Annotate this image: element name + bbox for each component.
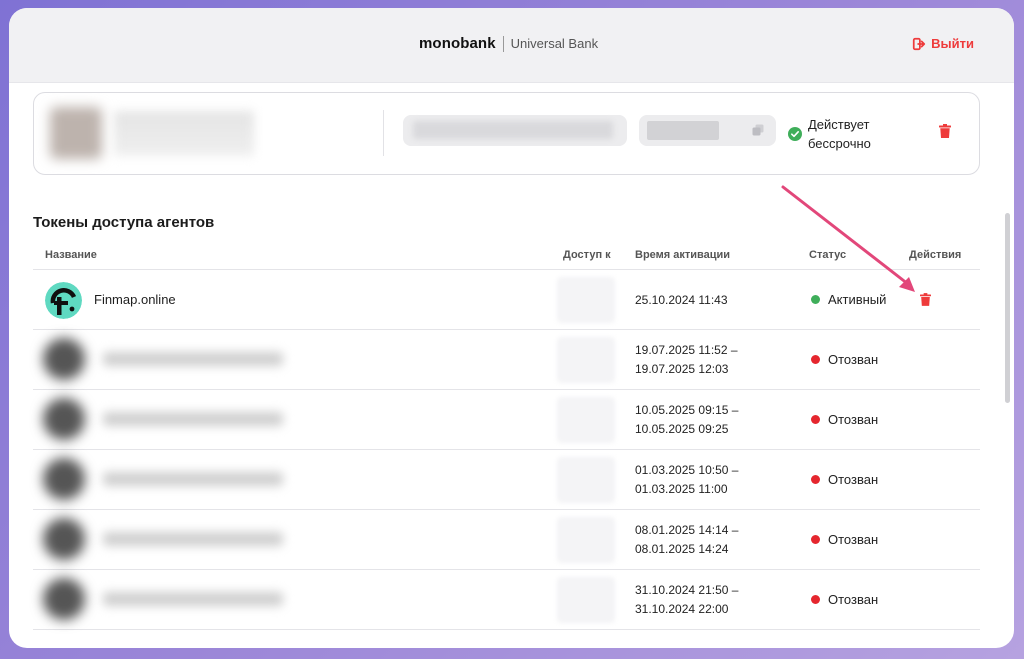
status-dot (811, 355, 820, 364)
trash-icon[interactable] (920, 293, 931, 306)
col-time: Время активации (635, 249, 731, 261)
activation-time: 10.05.2025 09:15 – 10.05.2025 09:25 (635, 401, 738, 439)
activation-time: 25.10.2024 11:43 (635, 293, 728, 307)
blurred-access (557, 277, 615, 323)
status-label: Отозван (828, 532, 879, 547)
status-dot (811, 295, 820, 304)
header: monobank Universal Bank Выйти (9, 8, 1014, 83)
status-dot (811, 415, 820, 424)
blurred-avatar (43, 518, 85, 560)
logout-button[interactable]: Выйти (912, 36, 974, 51)
blurred-agent-name (103, 412, 283, 426)
blurred-agent-name (103, 472, 283, 486)
blurred-agent-name (103, 592, 283, 606)
status-label: Активный (828, 292, 887, 307)
tokens-table: Название Доступ к Время активации Статус… (33, 243, 980, 630)
col-status: Статус (809, 249, 847, 261)
blurred-access (557, 577, 615, 623)
table-row: 01.03.2025 10:50 – 01.03.2025 11:00 Отозва… (33, 450, 980, 510)
activation-time: 01.03.2025 10:50 – 01.03.2025 11:00 (635, 461, 738, 499)
section-title: Токены доступа агентов (33, 214, 215, 231)
status-badge: Активный (811, 292, 886, 307)
status-badge: Отозван (811, 532, 878, 547)
status-label: Отозван (828, 592, 879, 607)
col-actions: Действия (909, 249, 962, 261)
activation-time: 08.01.2025 14:14 – 08.01.2025 14:24 (635, 521, 738, 559)
blurred-access (557, 517, 615, 563)
time-end: 19.07.2025 12:03 (635, 362, 729, 376)
finmap-logo (45, 282, 82, 319)
status-label: Отозван (828, 412, 879, 427)
brand-subtitle: Universal Bank (510, 36, 599, 51)
time-end: 08.01.2025 14:24 (635, 542, 729, 556)
activation-time: 19.07.2025 11:52 – 19.07.2025 12:03 (635, 341, 738, 379)
table-row: 19.07.2025 11:52 – 19.07.2025 12:03 Отозва… (33, 330, 980, 390)
blurred-access (557, 337, 615, 383)
table-header: Название Доступ к Время активации Статус… (33, 243, 980, 270)
blurred-avatar (43, 338, 85, 380)
masked-token-field (403, 115, 627, 146)
status-label: Отозван (828, 472, 879, 487)
blurred-avatar (43, 578, 85, 620)
blurred-avatar (50, 107, 102, 159)
scrollbar[interactable] (1005, 213, 1010, 403)
table-row: 08.01.2025 14:14 – 08.01.2025 14:24 Отозва… (33, 510, 980, 570)
status-badge: Отозван (811, 592, 878, 607)
col-name: Название (45, 249, 97, 261)
trash-icon[interactable] (939, 124, 951, 138)
activation-time: 31.10.2024 21:50 – 31.10.2024 22:00 (635, 581, 738, 619)
agent-name: Finmap.online (94, 292, 176, 307)
col-access: Доступ к (563, 249, 611, 261)
brand-divider (502, 35, 504, 52)
status-badge: Отозван (811, 412, 878, 427)
time-end: 31.10.2024 22:00 (635, 602, 729, 616)
revoked-rows: 19.07.2025 11:52 – 19.07.2025 12:03 Отозва… (33, 330, 980, 630)
time-end: 10.05.2025 09:25 (635, 422, 729, 436)
validity-text: Действует бессрочно (808, 117, 871, 151)
time-start: 31.10.2024 21:50 – (635, 583, 739, 597)
app-window: monobank Universal Bank Выйти Действует … (9, 8, 1014, 648)
account-card: Действует бессрочно (33, 92, 980, 175)
copy-icon[interactable] (752, 124, 764, 136)
status-dot (811, 535, 820, 544)
brand-logo: monobank (419, 35, 496, 52)
time-start: 08.01.2025 14:14 – (635, 523, 739, 537)
blurred-account-name (114, 111, 254, 156)
time-end: 01.03.2025 11:00 (635, 482, 728, 496)
time-start: 10.05.2025 09:15 – (635, 403, 739, 417)
time-start: 19.07.2025 11:52 – (635, 343, 738, 357)
main-content: Действует бессрочно Токены доступа агент… (9, 83, 1014, 648)
time-start: 01.03.2025 10:50 – (635, 463, 739, 477)
logout-icon (913, 37, 926, 50)
status-dot (811, 475, 820, 484)
check-circle-icon (788, 127, 802, 141)
card-divider (383, 110, 384, 156)
table-row: Finmap.online 25.10.2024 11:43 Активный (33, 270, 980, 330)
blurred-avatar (43, 458, 85, 500)
table-row: 31.10.2024 21:50 – 31.10.2024 22:00 Отозва… (33, 570, 980, 630)
blurred-access (557, 397, 615, 443)
table-row: 10.05.2025 09:15 – 10.05.2025 09:25 Отозва… (33, 390, 980, 450)
masked-token-copy-field[interactable] (639, 115, 776, 146)
status-label: Отозван (828, 352, 879, 367)
blurred-agent-name (103, 352, 283, 366)
status-badge: Отозван (811, 352, 878, 367)
logout-label: Выйти (931, 36, 974, 51)
blurred-avatar (43, 398, 85, 440)
blurred-agent-name (103, 532, 283, 546)
brand: monobank Universal Bank (419, 35, 598, 52)
status-badge: Отозван (811, 472, 878, 487)
blurred-access (557, 457, 615, 503)
token-validity: Действует бессрочно (788, 115, 888, 153)
status-dot (811, 595, 820, 604)
